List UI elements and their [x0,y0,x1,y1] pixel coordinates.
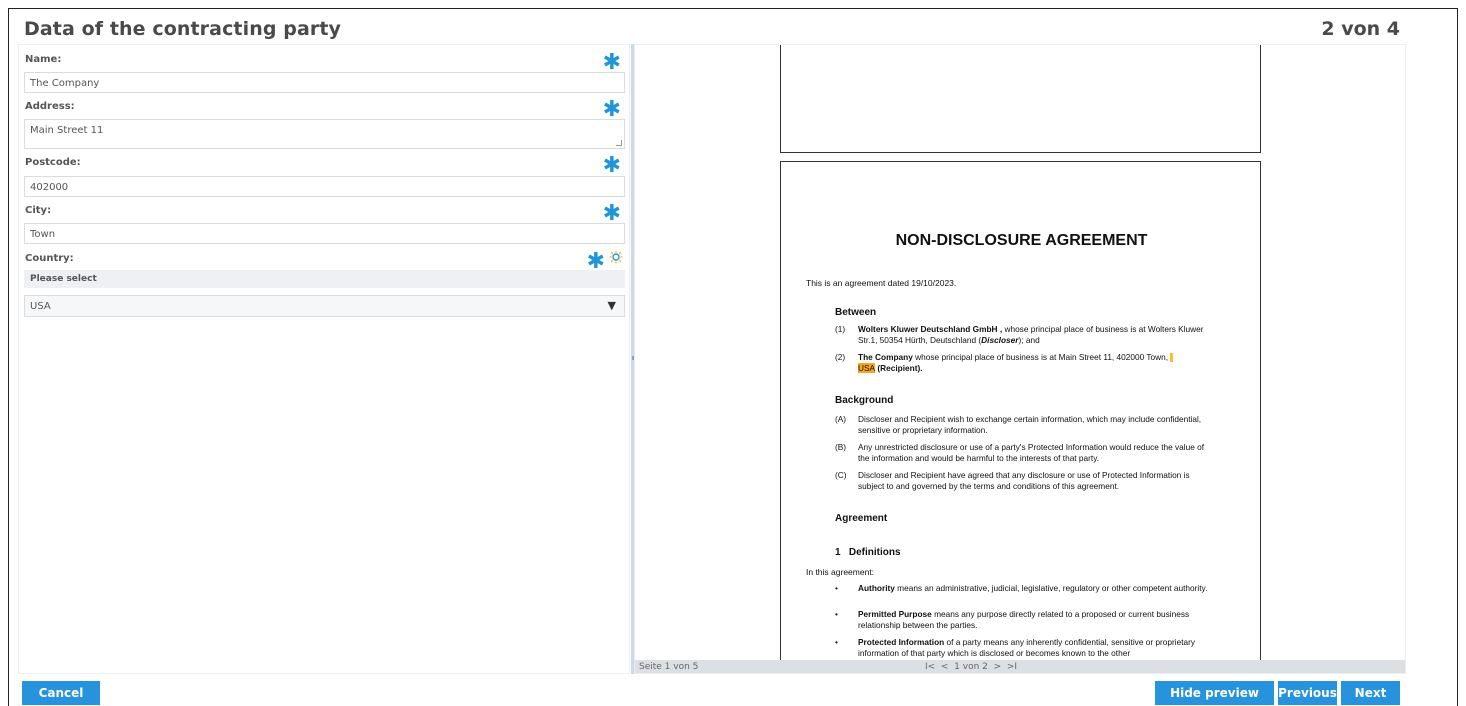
required-icon: ✱ [602,153,621,178]
between-heading: Between [835,307,877,318]
name-label: Name: [25,54,62,65]
highlight-marker [1170,353,1174,363]
lightbulb-hint-icon[interactable] [609,250,623,264]
agreement-heading: Agreement [835,513,888,524]
highlighted-country: USA [858,363,876,373]
page-title: Data of the contracting party [24,18,342,40]
background-heading: Background [835,395,894,406]
definitions-heading: 1 Definitions [835,547,901,558]
document-title: NON-DISCLOSURE AGREEMENT [895,232,1148,249]
postcode-label: Postcode: [25,157,81,168]
resize-handle-icon[interactable] [616,140,622,146]
address-label: Address: [25,101,75,112]
city-label: City: [25,205,52,216]
page-navigation[interactable]: I< < 1 von 2 > >I [925,662,1017,672]
required-icon: ✱ [602,50,621,75]
dropdown-arrow-icon[interactable]: ▼ [608,299,616,312]
city-input[interactable]: Town [24,223,625,244]
address-value: Main Street 11 [30,125,104,136]
country-selected-value: USA [30,301,51,312]
step-counter: 2 von 4 [1321,18,1400,40]
preview-status-bar: Seite 1 von 5 I< < 1 von 2 > >I [635,660,1405,673]
in-this-agreement: In this agreement: [806,567,875,577]
document-intro: This is an agreement dated 19/10/2023. [806,278,957,288]
postcode-input[interactable]: 402000 [24,176,625,197]
required-icon: ✱ [586,249,605,274]
form-pane: Name: ✱ The Company Address: ✱ Main Stre… [18,44,630,674]
address-textarea[interactable]: Main Street 11 [24,119,625,149]
required-icon: ✱ [602,201,621,226]
required-icon: ✱ [602,97,621,122]
country-label: Country: [25,253,74,264]
name-input[interactable]: The Company [24,72,625,93]
document-page-previous [780,45,1261,153]
next-button[interactable]: Next [1341,681,1400,705]
document-page: NON-DISCLOSURE AGREEMENT This is an agre… [780,161,1261,661]
document-preview-pane[interactable]: NON-DISCLOSURE AGREEMENT This is an agre… [634,44,1406,674]
country-select-header: Please select [24,270,625,288]
page-indicator: Seite 1 von 5 [639,662,699,672]
cancel-button[interactable]: Cancel [22,681,100,705]
country-select[interactable]: USA ▼ [24,295,625,317]
hide-preview-button[interactable]: Hide preview [1155,681,1274,705]
wizard-window: Data of the contracting party 2 von 4 Na… [0,0,1466,706]
previous-button[interactable]: Previous [1278,681,1337,705]
